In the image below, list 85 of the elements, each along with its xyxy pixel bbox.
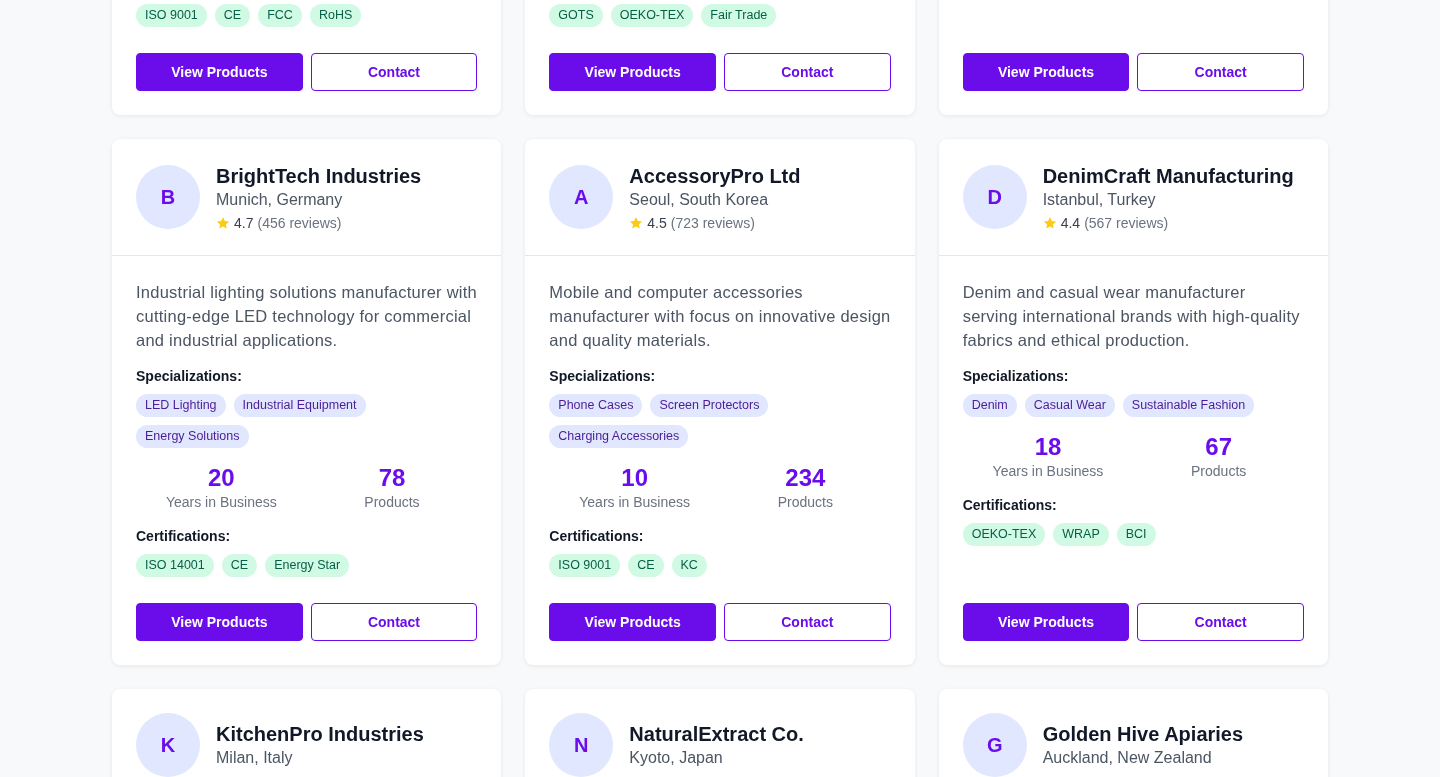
star-icon [216, 216, 230, 230]
star-icon [629, 216, 644, 230]
supplier-name: NaturalExtract Co. [629, 722, 804, 747]
stat-label: Years in Business [165, 494, 277, 510]
section-label: Specializations: [549, 368, 657, 384]
stat-label: Years in Business [579, 494, 691, 510]
certification-tag: CE [628, 554, 664, 577]
avatar-initial: D [962, 165, 1027, 229]
specialization-tag: Casual Wear [1024, 394, 1115, 417]
certification-tag: OEKO-TEX [962, 523, 1046, 546]
supplier-name: AccessoryPro Ltd [629, 164, 801, 189]
stat-value: 10 [621, 464, 648, 492]
avatar-initial: N [549, 713, 614, 777]
section-label: Specializations: [962, 368, 1070, 384]
specialization-tag: Industrial Equipment [233, 394, 366, 417]
supplier-description: Industrial lighting solutions manufacturer with cutting-edge LED technology for commercial and industrial applications. [136, 282, 478, 351]
section-label: Certifications: [136, 528, 232, 544]
supplier-name: KitchenPro Industries [216, 722, 424, 747]
certification-tag: CE [221, 554, 258, 577]
certification-tag: ISO 9001 [549, 554, 621, 577]
stat-label: Products [777, 494, 833, 510]
certification-tag: RoHS [309, 4, 362, 27]
rating-value: 4.4 [1060, 215, 1081, 231]
specialization-tag: Denim [962, 394, 1017, 417]
review-count: (723 reviews) [670, 215, 755, 231]
stat-label: Years in Business [992, 463, 1104, 479]
view-products-button[interactable]: View Products [549, 603, 716, 641]
section-label: Certifications: [962, 497, 1058, 513]
view-products-button[interactable]: View Products [549, 53, 716, 91]
avatar-initial: A [549, 165, 614, 229]
stat-value: 20 [207, 464, 235, 492]
certification-tag: BCI [1116, 523, 1156, 546]
supplier-description: Mobile and computer accessories manufacturer with focus on innovative design and quality materials. [549, 282, 891, 351]
certification-tag: OEKO-TEX [610, 4, 694, 27]
supplier-name: DenimCraft Manufacturing [1042, 164, 1294, 189]
certification-tag: CE [214, 4, 251, 27]
specialization-tag: Phone Cases [549, 394, 643, 417]
view-products-button[interactable]: View Products [962, 53, 1130, 91]
view-products-button[interactable]: View Products [962, 603, 1130, 641]
specialization-tag: Sustainable Fashion [1122, 394, 1255, 417]
review-count: (567 reviews) [1084, 215, 1169, 231]
stat-label: Products [364, 494, 420, 510]
avatar-initial: K [136, 713, 200, 777]
avatar-initial: B [136, 165, 200, 229]
contact-button[interactable]: Contact [310, 603, 478, 641]
view-products-button[interactable]: View Products [136, 53, 303, 91]
certification-tag: WRAP [1053, 523, 1109, 546]
stat-value: 234 [785, 464, 826, 492]
star-icon [1042, 216, 1057, 230]
specialization-tag: LED Lighting [136, 394, 226, 417]
certification-tag: GOTS [549, 4, 603, 27]
contact-button[interactable]: Contact [724, 53, 891, 91]
contact-button[interactable]: Contact [310, 53, 478, 91]
supplier-location: Kyoto, Japan [629, 748, 724, 768]
certification-tag: Fair Trade [701, 4, 777, 27]
section-label: Certifications: [549, 528, 645, 544]
contact-button[interactable]: Contact [1137, 53, 1304, 91]
review-count: (456 reviews) [257, 215, 342, 231]
supplier-location: Auckland, New Zealand [1042, 748, 1213, 768]
contact-button[interactable]: Contact [724, 603, 891, 641]
certification-tag: FCC [258, 4, 302, 27]
contact-button[interactable]: Contact [1137, 603, 1304, 641]
supplier-location: Milan, Italy [216, 748, 294, 768]
supplier-location: Istanbul, Turkey [1042, 190, 1157, 210]
rating-value: 4.7 [234, 215, 254, 231]
certification-tag: ISO 9001 [136, 4, 207, 27]
certification-tag: ISO 14001 [136, 554, 214, 577]
specialization-tag: Charging Accessories [549, 425, 689, 448]
supplier-location: Munich, Germany [216, 190, 344, 210]
avatar-initial: G [962, 713, 1027, 777]
supplier-description: Denim and casual wear manufacturer serving international brands with high-quality fabrics and ethical production. [962, 282, 1301, 351]
rating-value: 4.5 [647, 215, 667, 231]
certification-tag: KC [671, 554, 707, 577]
view-products-button[interactable]: View Products [136, 603, 303, 641]
supplier-name: BrightTech Industries [216, 164, 422, 189]
specialization-tag: Screen Protectors [650, 394, 769, 417]
stat-label: Products [1191, 463, 1247, 479]
stat-value: 67 [1205, 433, 1232, 461]
supplier-name: Golden Hive Apiaries [1042, 722, 1244, 747]
specialization-tag: Energy Solutions [136, 425, 249, 448]
stat-value: 78 [378, 464, 406, 492]
certification-tag: Energy Star [265, 554, 350, 577]
supplier-location: Seoul, South Korea [629, 190, 770, 210]
stat-value: 18 [1034, 433, 1062, 461]
section-label: Specializations: [136, 368, 243, 384]
